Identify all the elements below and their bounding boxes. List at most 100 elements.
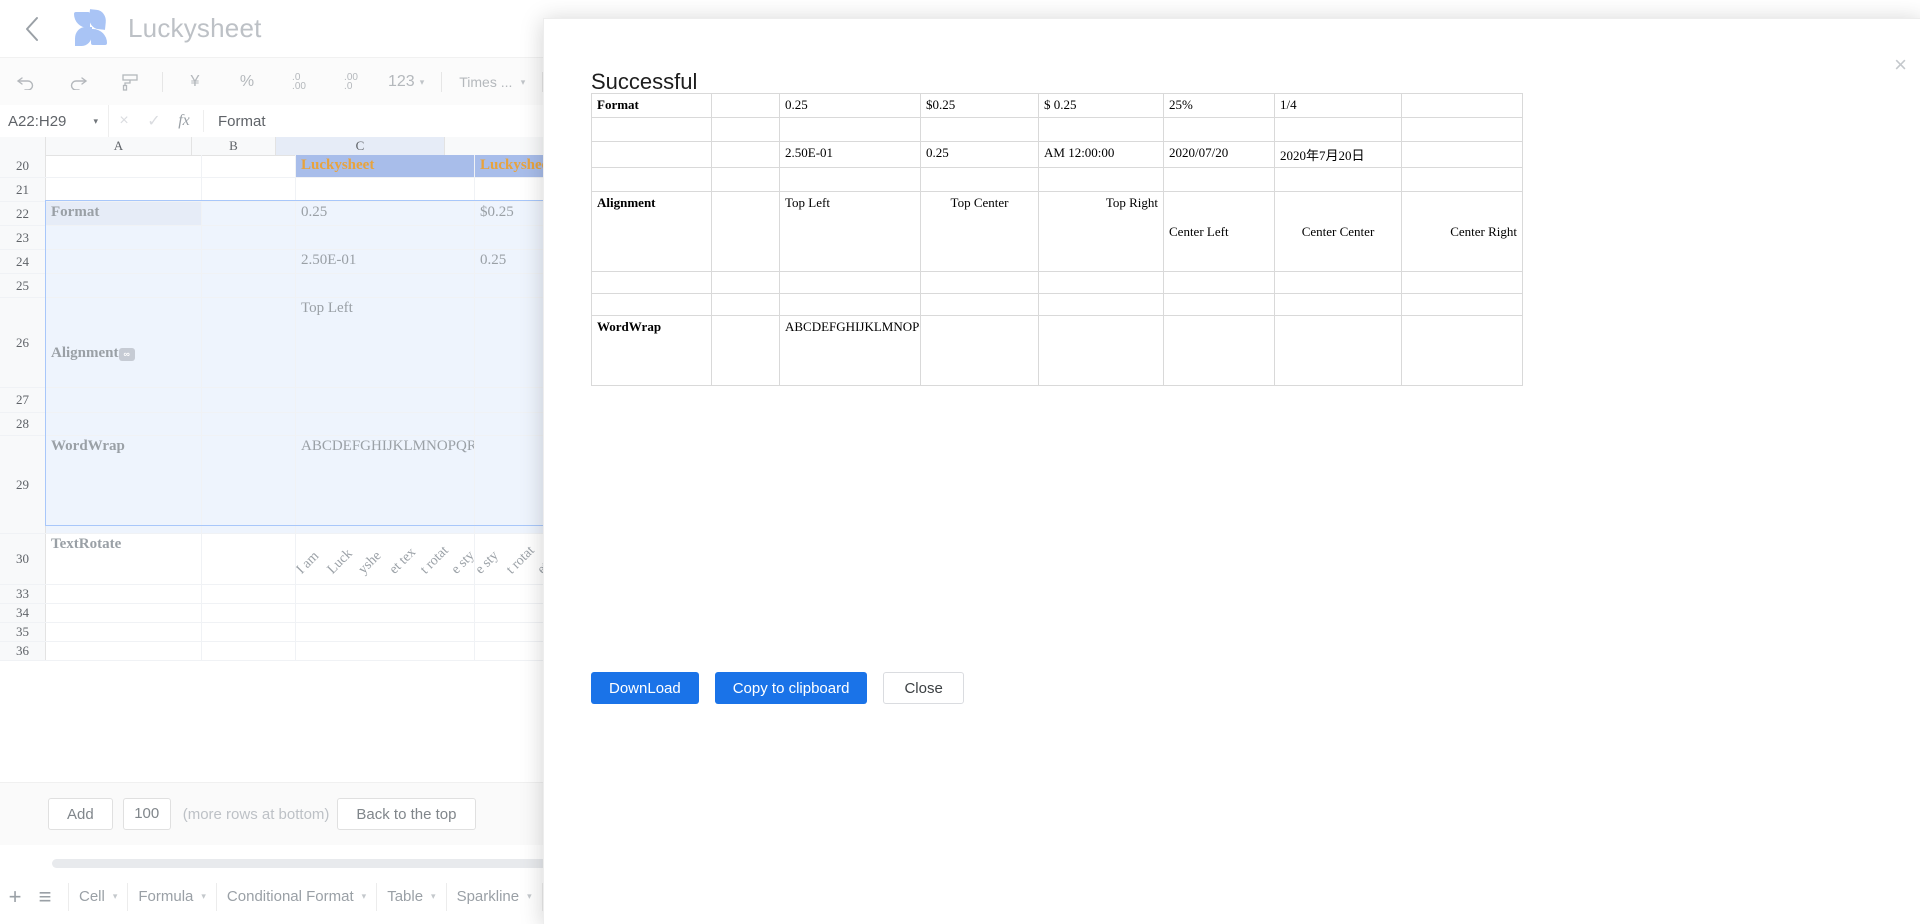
grid-cell[interactable] [296, 604, 475, 622]
grid-cell[interactable] [202, 436, 296, 533]
bottom-bar-item-label: Formula [138, 888, 194, 905]
name-box[interactable]: A22:H29 ▾ [0, 105, 109, 137]
row-header[interactable]: 22 [0, 202, 46, 225]
row-header[interactable]: 30 [0, 534, 46, 584]
grid-cell[interactable]: Luckysheet [296, 155, 475, 177]
copy-to-clipboard-button[interactable]: Copy to clipboard [714, 672, 868, 704]
fx-icon[interactable]: fx [169, 112, 199, 130]
row-header[interactable]: 34 [0, 604, 46, 622]
grid-cell[interactable] [46, 585, 202, 603]
row-header[interactable]: 23 [0, 226, 46, 249]
redo-icon[interactable] [59, 67, 97, 97]
grid-cell[interactable] [202, 250, 296, 273]
paint-format-icon[interactable] [111, 67, 149, 97]
grid-cell[interactable]: TextRotate [46, 534, 202, 584]
number-format-dropdown[interactable]: 123 ▾ [384, 67, 428, 97]
close-button[interactable]: Close [883, 672, 964, 704]
grid-cell[interactable] [46, 623, 202, 641]
table-row: Alignment Top Left Top Center Top Right Cent… [591, 191, 1523, 272]
percent-format-button[interactable]: % [228, 67, 266, 97]
grid-cell[interactable] [46, 604, 202, 622]
row-header[interactable]: 27 [0, 388, 46, 412]
grid-cell[interactable] [202, 604, 296, 622]
bottom-bar-item[interactable]: Cell ▾ [68, 882, 129, 911]
grid-cell[interactable] [46, 388, 202, 412]
add-rows-button[interactable]: Add [48, 798, 113, 830]
grid-cell[interactable] [296, 585, 475, 603]
font-family-dropdown[interactable]: Times ... ▾ [455, 67, 529, 97]
grid-cell[interactable]: ABCDEFGHIJKLMNOPQRSTUVWXYZ [296, 436, 475, 533]
close-icon[interactable]: × [1894, 54, 1907, 76]
grid-cell[interactable] [296, 642, 475, 660]
row-header[interactable]: 36 [0, 642, 46, 660]
grid-cell[interactable] [202, 178, 296, 201]
row-header[interactable]: 25 [0, 274, 46, 297]
grid-cell[interactable] [296, 226, 475, 249]
column-header-c[interactable]: C [276, 137, 445, 155]
add-sheet-icon[interactable]: + [0, 884, 30, 910]
row-header[interactable]: 20 [0, 155, 46, 177]
grid-cell[interactable] [202, 534, 296, 584]
grid-cell[interactable]: Top Left [296, 298, 475, 387]
back-icon[interactable] [14, 11, 50, 47]
cancel-icon[interactable]: × [109, 112, 139, 130]
add-rows-count-input[interactable]: 100 [122, 798, 171, 830]
grid-cell[interactable] [202, 642, 296, 660]
grid-cell[interactable] [296, 413, 475, 435]
grid-cell[interactable] [202, 585, 296, 603]
grid-cell[interactable] [46, 413, 202, 435]
sheet-list-icon[interactable]: ≡ [30, 884, 60, 910]
grid-cell[interactable] [296, 388, 475, 412]
grid-cell[interactable]: 2.50E-01 [296, 250, 475, 273]
table-cell [779, 117, 921, 142]
grid-cell[interactable]: 0.25 [296, 202, 475, 225]
grid-cell[interactable] [202, 155, 296, 177]
grid-cell[interactable] [202, 226, 296, 249]
grid-cell[interactable]: I am Luck yshe et tex t rotat e sty [296, 534, 475, 584]
decrease-decimal-button[interactable]: .0 .00 [280, 67, 318, 97]
grid-cell[interactable] [46, 155, 202, 177]
grid-cell[interactable] [46, 642, 202, 660]
grid-cell[interactable] [202, 388, 296, 412]
confirm-icon[interactable]: ✓ [139, 111, 169, 131]
grid-cell[interactable] [46, 178, 202, 201]
row-header[interactable]: 33 [0, 585, 46, 603]
grid-cell[interactable] [46, 226, 202, 249]
grid-cell[interactable] [296, 274, 475, 297]
row-header[interactable]: 29 [0, 436, 46, 533]
select-all-corner[interactable] [0, 137, 46, 155]
row-header[interactable]: 26 [0, 298, 46, 387]
grid-cell[interactable] [202, 298, 296, 387]
back-to-top-button[interactable]: Back to the top [337, 798, 476, 830]
row-header[interactable]: 24 [0, 250, 46, 273]
grid-cell[interactable] [296, 178, 475, 201]
grid-cell[interactable] [202, 202, 296, 225]
row-header[interactable]: 35 [0, 623, 46, 641]
increase-decimal-button[interactable]: .00 .0 [332, 67, 370, 97]
currency-format-button[interactable]: ¥ [176, 67, 214, 97]
grid-cell[interactable] [46, 250, 202, 273]
download-button[interactable]: DownLoad [591, 672, 699, 704]
bottom-bar-item[interactable]: Sparkline ▾ [447, 882, 543, 911]
column-header-b[interactable]: B [192, 137, 276, 155]
row-header[interactable]: 21 [0, 178, 46, 201]
bottom-bar-item[interactable]: Formula ▾ [128, 882, 217, 911]
decrease-decimal-glyph: .0 .00 [292, 73, 306, 92]
formula-input[interactable]: Format [218, 113, 266, 130]
grid-cell[interactable]: Format [46, 202, 202, 225]
table-cell [711, 117, 780, 142]
merge-cell-badge[interactable]: ∞ [118, 348, 135, 361]
row-header[interactable]: 28 [0, 413, 46, 435]
grid-cell[interactable] [202, 274, 296, 297]
grid-cell[interactable] [46, 274, 202, 297]
grid-cell[interactable]: Alignment ∞ [46, 298, 202, 387]
grid-cell[interactable] [296, 623, 475, 641]
column-header-a[interactable]: A [46, 137, 192, 155]
bottom-bar-item[interactable]: Table ▾ [377, 882, 447, 911]
grid-cell[interactable] [202, 623, 296, 641]
bottom-bar-item[interactable]: Conditional Format ▾ [217, 882, 378, 911]
grid-cell[interactable] [202, 413, 296, 435]
table-cell: WordWrap [591, 315, 712, 386]
undo-icon[interactable] [7, 67, 45, 97]
grid-cell[interactable]: WordWrap [46, 436, 202, 533]
